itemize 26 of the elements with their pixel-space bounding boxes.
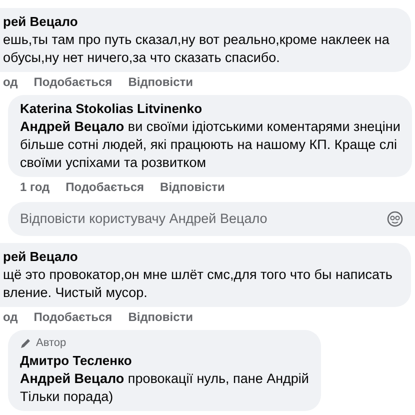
comment-text: вление. Чистый мусор.: [3, 284, 148, 302]
comment-time: 1 год: [20, 179, 50, 196]
comment-author[interactable]: Дмитро Тесленко: [20, 352, 309, 370]
comment-text: більше сотні людей, які працюють на нашому КП. Краще слі: [20, 136, 398, 154]
author-badge-label: Автор: [36, 336, 66, 351]
comment-time: од: [3, 74, 18, 91]
comment-text: Андрей Вецало ви своїми ідіотськими коментарями знеціни: [20, 118, 400, 136]
comment-text: своїми успіхами та розвитком: [20, 154, 208, 172]
comment-time: од: [3, 309, 18, 326]
like-link[interactable]: Подобається: [34, 73, 112, 91]
reply-link[interactable]: Відповісти: [128, 308, 194, 326]
comment-text: ешь,ты там про путь сказал,ну вот реально,кроме наклеек на: [3, 31, 390, 49]
emoji-icon[interactable]: [387, 211, 403, 227]
comment-author[interactable]: рей Вецало: [3, 13, 408, 31]
comment-text: Тільки порада): [20, 388, 114, 406]
comment-text: Андрей Вецало провокації нуль, пане Андрій: [20, 370, 309, 388]
like-link[interactable]: Подобається: [34, 308, 112, 326]
reply-link[interactable]: Відповісти: [160, 178, 225, 196]
comment-author[interactable]: Katerina Stokolias Litvinenko: [20, 100, 400, 118]
comment-text: щё это провокатор,он мне шлёт смс,для того что бы написать: [3, 266, 394, 284]
like-link[interactable]: Подобається: [66, 178, 144, 196]
comment-author[interactable]: рей Вецало: [3, 248, 408, 266]
reply-link[interactable]: Відповісти: [128, 73, 194, 91]
pen-icon: [20, 337, 32, 350]
reply-field[interactable]: Відповісти користувачу Андрей Вецало: [8, 202, 415, 236]
comment-text: обусы,ну нет ничего,за что сказать спасибо.: [3, 49, 281, 67]
